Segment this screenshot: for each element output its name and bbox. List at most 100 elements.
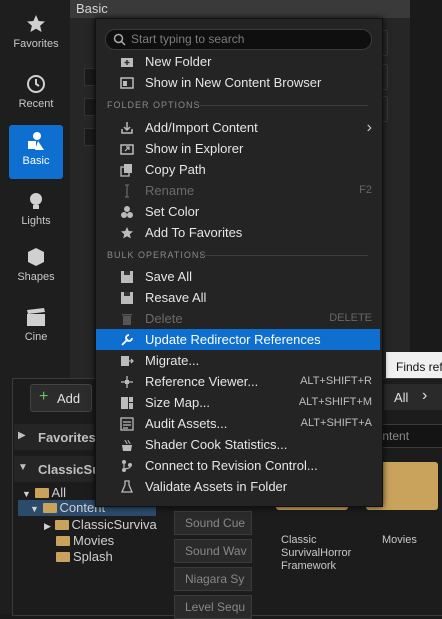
mode-shapes[interactable]: Shapes [9, 241, 63, 295]
trash-icon [122, 314, 132, 325]
section-label: Favorites [38, 430, 96, 445]
menu-item-shader-cook[interactable]: Shader Cook Statistics... [96, 434, 380, 455]
filter-item[interactable]: Sound Cue [174, 511, 252, 535]
menu-item-add-import[interactable]: Add/Import Content › [96, 117, 380, 138]
menu-item-label: Set Color [145, 204, 200, 219]
wrench-icon [121, 334, 133, 346]
lightbulb-icon [30, 193, 42, 209]
menu-item-migrate[interactable]: Migrate... [96, 350, 380, 371]
rename-icon [125, 184, 129, 198]
plus-icon: + [39, 388, 49, 405]
menu-item-resave-all[interactable]: Resave All [96, 287, 380, 308]
add-button[interactable]: + Add [30, 384, 92, 412]
mode-label: Cine [24, 331, 48, 343]
audit-icon [120, 417, 134, 431]
shortcut: F2 [359, 184, 372, 196]
menu-item-set-color[interactable]: Set Color [96, 201, 380, 222]
divider [200, 105, 368, 106]
menu-item-label: Show in Explorer [145, 141, 244, 156]
menu-item-label: Rename [145, 183, 195, 198]
mode-basic[interactable]: Basic [9, 125, 63, 179]
menu-item-save-all[interactable]: Save All [96, 266, 380, 287]
panel-title: Basic [76, 1, 108, 16]
mode-favorites[interactable]: Favorites [9, 8, 63, 62]
menu-item-delete[interactable]: Delete DELETE [96, 308, 380, 329]
menu-item-show-explorer[interactable]: Show in Explorer [96, 138, 380, 159]
mode-lights[interactable]: Lights [9, 185, 63, 239]
menu-item-reference-viewer[interactable]: Reference Viewer... ALT+SHIFT+R [96, 371, 380, 392]
menu-item-label: Validate Assets in Folder [145, 479, 288, 494]
import-icon [121, 122, 133, 134]
menu-item-rename[interactable]: Rename F2 [96, 180, 380, 201]
menu-item-update-redirectors[interactable]: Update Redirector References [96, 329, 380, 350]
tree-label: All [51, 485, 66, 500]
menu-item-label: Show in New Content Browser [145, 75, 322, 90]
menu-item-label: Reference Viewer... [145, 374, 259, 389]
copy-icon [120, 164, 132, 177]
tree-item-movies[interactable]: Movies [56, 533, 114, 548]
chevron-down-icon: ▼ [18, 462, 28, 473]
filter-label: Niagara Sy [185, 572, 245, 586]
chevron-right-icon: ▶ [44, 521, 51, 531]
divider [200, 255, 368, 256]
shader-icon [122, 439, 132, 451]
mode-label: Shapes [17, 271, 55, 283]
mode-recent[interactable]: Recent [9, 68, 63, 122]
tree-label: ClassicSurviva [71, 517, 157, 532]
filter-item[interactable]: Niagara Sy [174, 567, 252, 591]
menu-item-label: Add To Favorites [145, 225, 243, 240]
menu-item-label: Shader Cook Statistics... [145, 437, 288, 452]
menu-item-validate-assets[interactable]: Validate Assets in Folder [96, 476, 380, 497]
shortcut: ALT+SHIFT+M [298, 396, 372, 408]
menu-item-new-folder[interactable]: New Folder [96, 51, 380, 72]
project-section[interactable]: ▼ ClassicSu [14, 456, 100, 482]
section-header: BULK OPERATIONS [107, 250, 207, 260]
star-icon [121, 227, 133, 239]
basic-panel-header: Basic [70, 0, 410, 18]
all-filter-button[interactable]: All › [384, 384, 442, 410]
all-label: All [394, 390, 409, 405]
star-icon [27, 15, 45, 32]
menu-search-input[interactable]: Start typing to search [105, 29, 372, 50]
filter-label: Level Sequ [185, 600, 246, 614]
add-label: Add [57, 391, 81, 406]
menu-item-label: Save All [145, 269, 192, 284]
menu-item-copy-path[interactable]: Copy Path [96, 159, 380, 180]
menu-item-revision-control[interactable]: Connect to Revision Control... [96, 455, 380, 476]
menu-item-label: Resave All [145, 290, 207, 305]
menu-item-show-new-browser[interactable]: Show in New Content Browser [96, 72, 380, 93]
chevron-down-icon: ▼ [30, 504, 39, 514]
mode-label: Basic [22, 155, 50, 167]
menu-item-add-favorites[interactable]: Add To Favorites [96, 222, 380, 243]
filter-item[interactable]: Sound Wav [174, 539, 252, 563]
menu-item-label: Connect to Revision Control... [145, 458, 318, 473]
filter-item[interactable]: Level Sequ [174, 595, 252, 619]
reference-icon [121, 376, 133, 388]
tree-item-all[interactable]: ▼ All [22, 485, 66, 500]
shortcut: ALT+SHIFT+A [300, 417, 372, 429]
menu-item-label: Delete [145, 311, 183, 326]
search-icon [113, 33, 126, 46]
menu-item-label: Audit Assets... [145, 416, 228, 431]
clock-icon [27, 75, 45, 93]
chevron-right-icon: › [422, 387, 428, 404]
folder-icon [54, 520, 69, 530]
chevron-right-icon: › [366, 119, 372, 136]
explorer-icon [120, 144, 134, 155]
menu-item-size-map[interactable]: Size Map... ALT+SHIFT+M [96, 392, 380, 413]
mode-cine[interactable]: Cine [9, 301, 63, 355]
folder-icon [56, 536, 70, 546]
shapes-icon [28, 132, 44, 150]
clapper-icon [27, 308, 45, 326]
migrate-icon [121, 356, 134, 366]
tooltip-text: Finds ref [396, 360, 442, 374]
menu-item-label: Migrate... [145, 353, 200, 368]
menu-item-label: Add/Import Content [145, 120, 258, 135]
sizemap-icon [121, 397, 133, 409]
chevron-down-icon: ▼ [22, 489, 31, 499]
menu-item-audit-assets[interactable]: Audit Assets... ALT+SHIFT+A [96, 413, 380, 434]
favorites-section[interactable]: ▶ Favorites [14, 424, 96, 450]
tree-item-splash[interactable]: Splash [56, 549, 113, 564]
menu-item-label: Update Redirector References [145, 332, 321, 347]
tree-item-classic[interactable]: ▶ ClassicSurviva [44, 517, 157, 532]
